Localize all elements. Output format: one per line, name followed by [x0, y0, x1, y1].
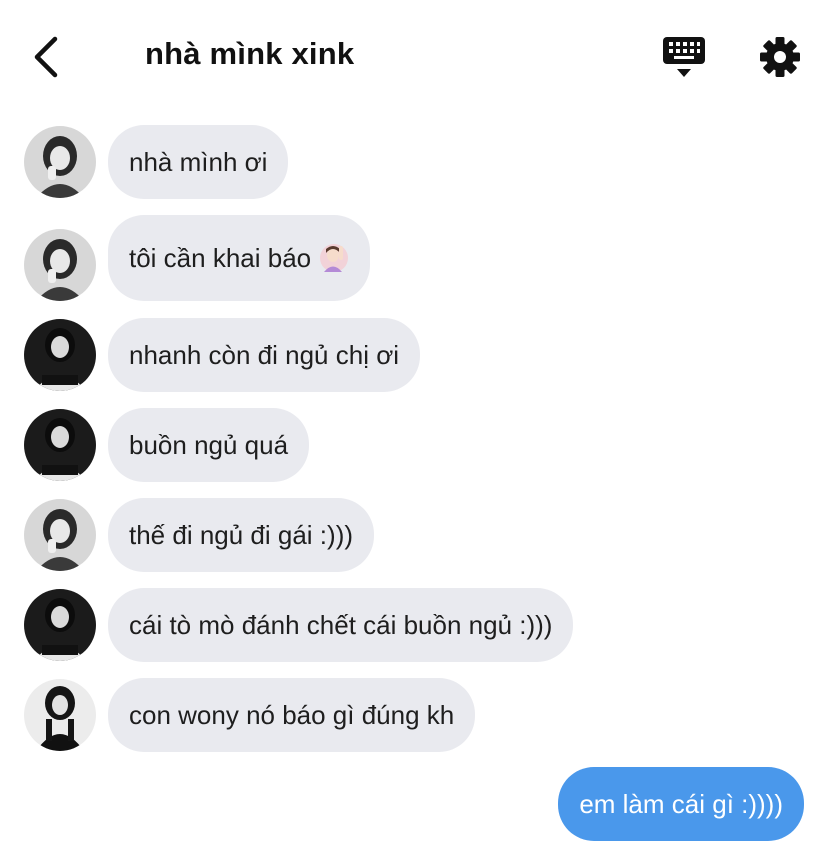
message-bubble-incoming[interactable]: nhà mình ơi: [108, 125, 289, 199]
message-text: em làm cái gì :)))): [579, 788, 783, 819]
avatar[interactable]: [24, 499, 96, 571]
chevron-left-icon: [34, 36, 58, 78]
message-bubble-incoming[interactable]: nhanh còn đi ngủ chị ơi: [108, 318, 421, 392]
person-raising-hand-emoji: [320, 244, 349, 272]
avatar-photo: [24, 319, 96, 391]
message-bubble-incoming[interactable]: tôi cần khai báo: [108, 215, 371, 301]
avatar[interactable]: [24, 319, 96, 391]
message-bubble-incoming[interactable]: con wony nó báo gì đúng kh: [108, 678, 476, 752]
message-text: buồn ngủ quá: [129, 429, 289, 460]
avatar-photo: [24, 499, 96, 571]
message-text: nhanh còn đi ngủ chị ơi: [129, 339, 400, 370]
message-bubble-incoming[interactable]: thế đi ngủ đi gái :))): [108, 498, 375, 572]
message-text: thế đi ngủ đi gái :))): [129, 519, 354, 550]
message-text: cái tò mò đánh chết cái buồn ngủ :))): [129, 609, 553, 640]
chat-header: nhà mìnk xink: [0, 0, 828, 110]
keyboard-button[interactable]: [660, 34, 708, 80]
avatar[interactable]: [24, 229, 96, 301]
message-bubble-outgoing[interactable]: em làm cái gì :)))): [558, 767, 804, 841]
avatar-photo: [24, 409, 96, 481]
avatar[interactable]: [24, 126, 96, 198]
avatar[interactable]: [24, 589, 96, 661]
avatar-photo: [24, 589, 96, 661]
avatar-photo: [24, 229, 96, 301]
message-text: con wony nó báo gì đúng kh: [129, 699, 455, 730]
gear-icon: [760, 37, 800, 77]
avatar-photo: [24, 679, 96, 751]
chat-title: nhà mìnk xink: [145, 36, 355, 71]
avatar-photo: [24, 126, 96, 198]
message-bubble-incoming[interactable]: buồn ngủ quá: [108, 408, 310, 482]
settings-button[interactable]: [756, 33, 804, 81]
avatar[interactable]: [24, 409, 96, 481]
avatar[interactable]: [24, 679, 96, 751]
back-button[interactable]: [22, 30, 70, 84]
message-bubble-incoming[interactable]: cái tò mò đánh chết cái buồn ngủ :))): [108, 588, 574, 662]
keyboard-icon: [663, 37, 705, 77]
message-text: nhà mình ơi: [129, 146, 268, 177]
message-text: tôi cần khai báo: [129, 242, 312, 273]
